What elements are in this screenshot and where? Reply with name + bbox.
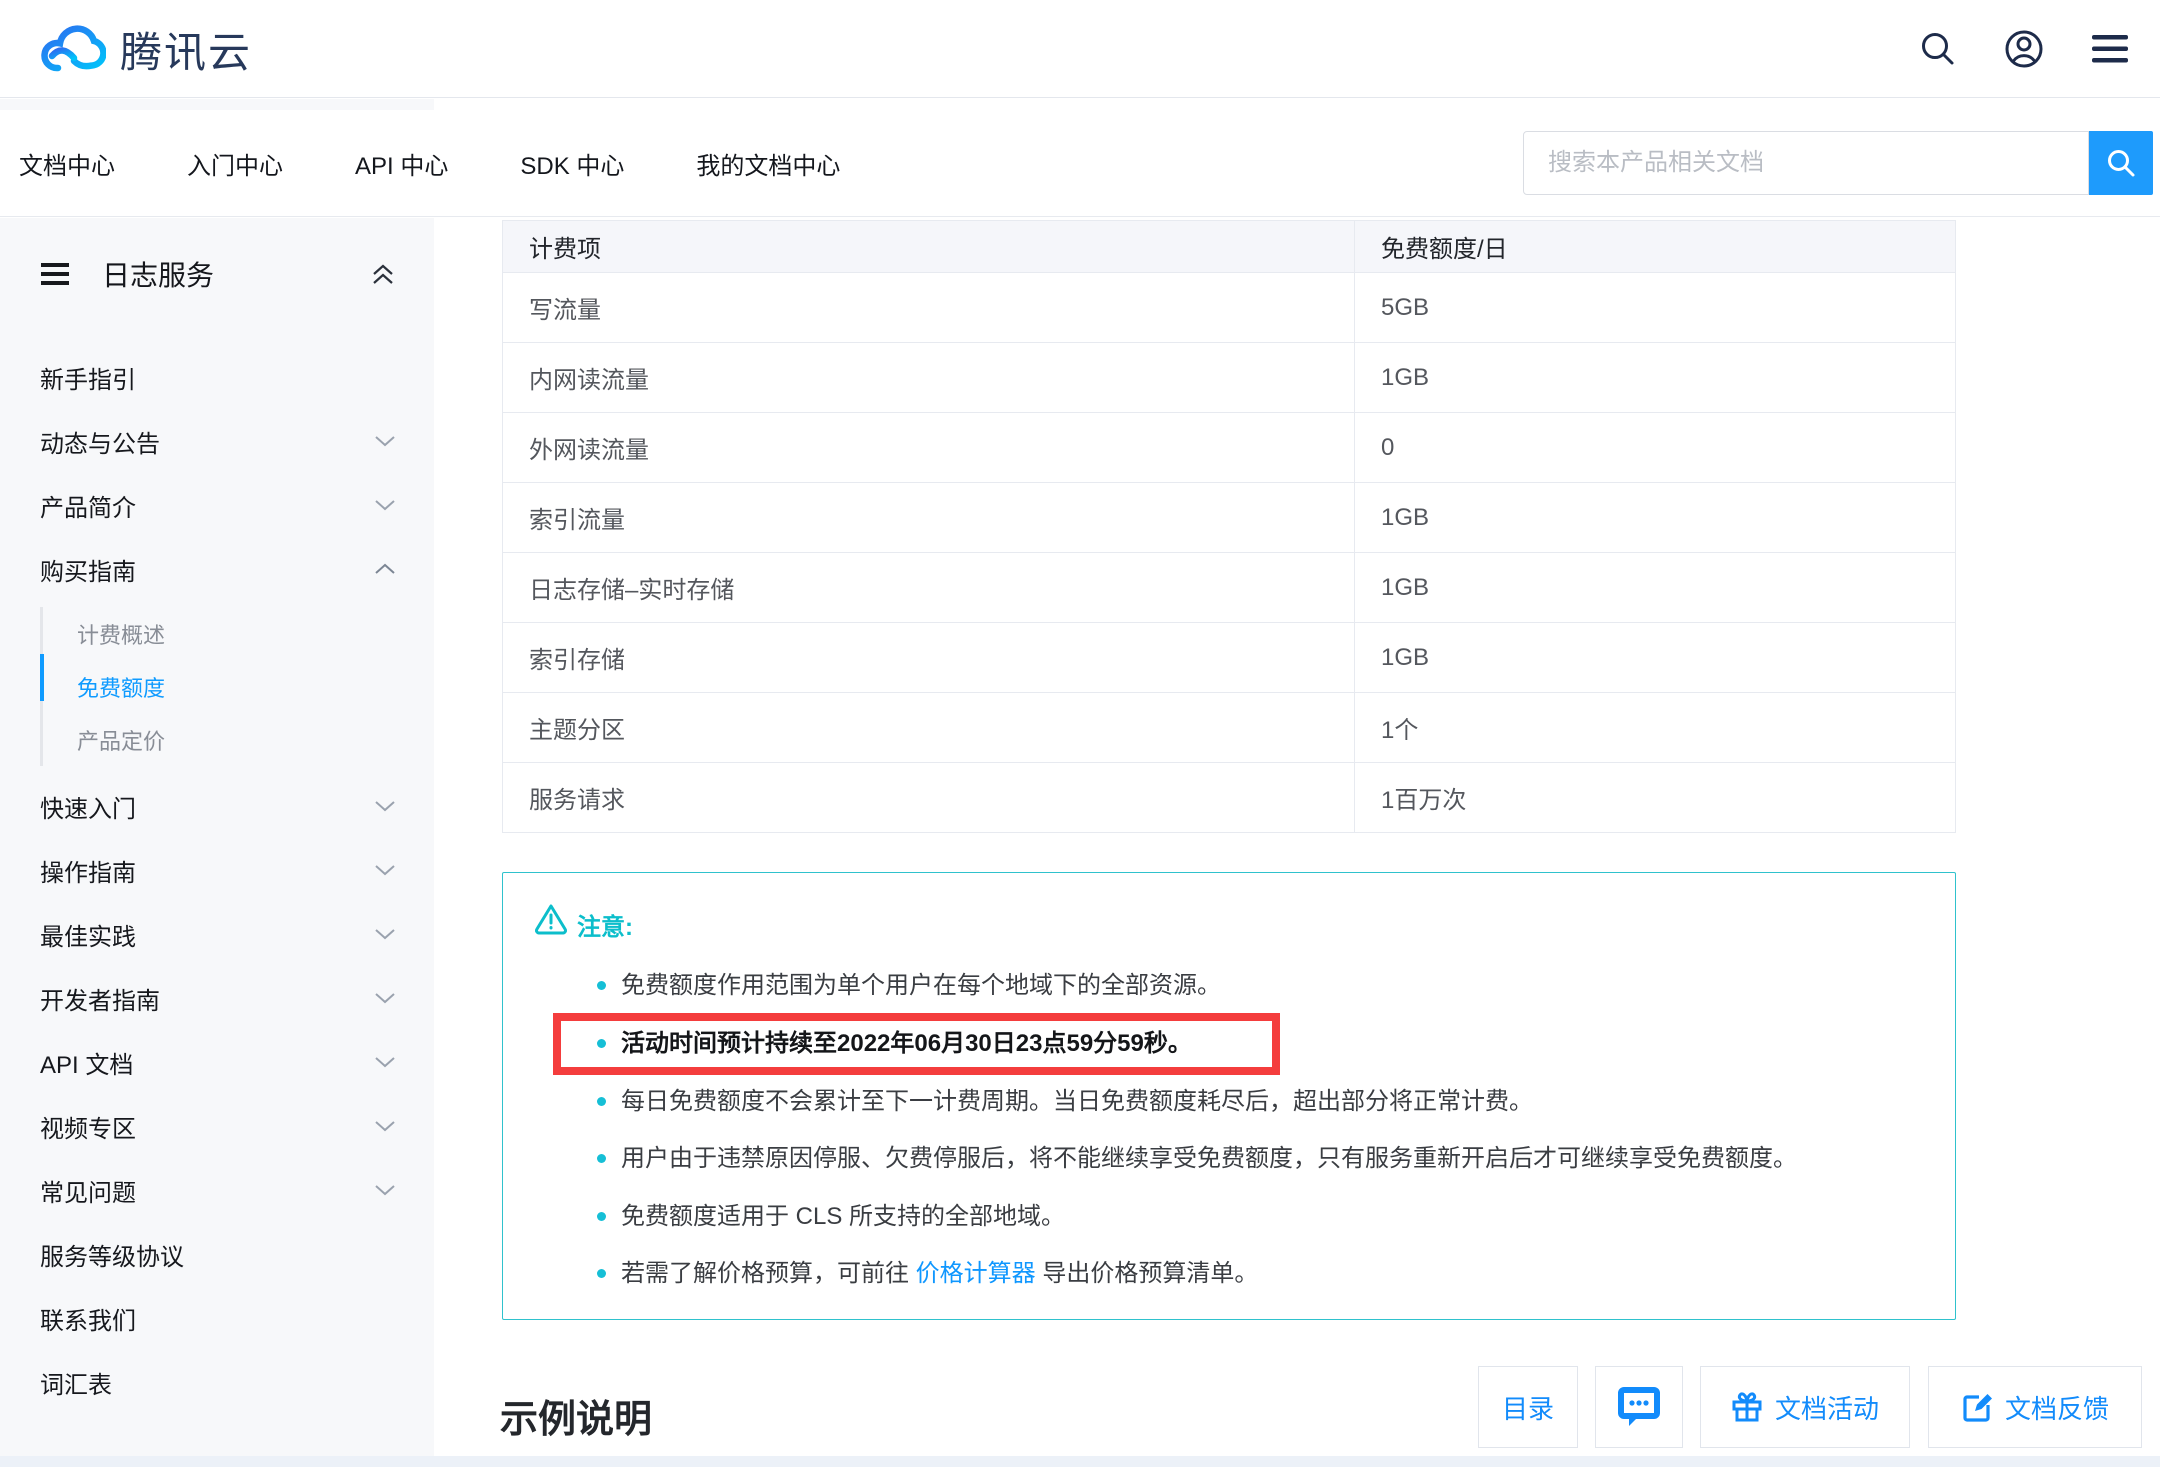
doc-search-button[interactable] <box>2089 131 2153 195</box>
doc-center-nav: 文档中心 入门中心 API 中心 SDK 中心 我的文档中心 <box>0 110 2160 217</box>
nav-sdk-center[interactable]: SDK 中心 <box>520 146 624 181</box>
nav-doc-center[interactable]: 文档中心 <box>19 146 115 181</box>
chevron-up-icon <box>374 563 396 575</box>
notice-bullet-2-highlighted: 活动时间预计持续至2022年06月30日23点59分59秒。 <box>621 1027 1192 1061</box>
sidebar-product-title: 日志服务 <box>102 254 370 294</box>
product-menu-icon[interactable] <box>40 262 70 286</box>
logo-text: 腾讯云 <box>120 19 252 80</box>
chevron-down-icon <box>374 435 396 447</box>
table-row: 服务请求1百万次 <box>503 763 1956 833</box>
chevron-down-icon <box>374 1056 396 1068</box>
purchase-guide-submenu: 计费概述 免费额度 产品定价 <box>0 601 434 774</box>
sidebar-item-best-practices[interactable]: 最佳实践 <box>0 902 434 966</box>
footer-strip <box>0 1456 2160 1467</box>
sidebar-item-purchase-guide[interactable]: 购买指南 <box>0 537 434 601</box>
sidebar-subitem-billing-overview[interactable]: 计费概述 <box>0 607 434 660</box>
edit-pen-icon <box>1961 1391 1993 1423</box>
sidebar-subitem-free-tier[interactable]: 免费额度 <box>0 660 434 713</box>
chevron-down-icon <box>374 800 396 812</box>
notice-box: 注意: 免费额度作用范围为单个用户在每个地域下的全部资源。 活动时间预计持续至2… <box>502 872 1956 1320</box>
table-row: 主题分区1个 <box>503 693 1956 763</box>
submenu-active-indicator <box>40 654 44 701</box>
tencent-cloud-logo[interactable]: 腾讯云 <box>34 0 252 98</box>
nav-my-doc-center[interactable]: 我的文档中心 <box>696 146 840 181</box>
sidebar-item-beginner-guide[interactable]: 新手指引 <box>0 345 434 409</box>
chevron-down-icon <box>374 1120 396 1132</box>
table-row: 写流量5GB <box>503 273 1956 343</box>
doc-feedback-button[interactable]: 文档反馈 <box>1928 1366 2142 1448</box>
chevron-down-icon <box>374 992 396 1004</box>
toc-button[interactable]: 目录 <box>1478 1366 1578 1448</box>
sidebar-item-product-intro[interactable]: 产品简介 <box>0 473 434 537</box>
table-header-billing-item: 计费项 <box>503 221 1355 273</box>
section-heading: 示例说明 <box>500 1388 652 1443</box>
doc-activity-button[interactable]: 文档活动 <box>1700 1366 1910 1448</box>
search-icon <box>2105 147 2137 179</box>
sidebar: 日志服务 新手指引 动态与公告 产品简介 购买指南 计费概述 免费额度 <box>0 218 434 1467</box>
user-account-icon[interactable] <box>2004 29 2044 69</box>
table-row: 索引存储1GB <box>503 623 1956 693</box>
notice-bullet-6: 若需了解价格预算，可前往 价格计算器 导出价格预算清单。 <box>621 1257 1258 1291</box>
free-tier-table: 计费项 免费额度/日 写流量5GB 内网读流量1GB 外网读流量0 索引流量1G… <box>502 220 1956 833</box>
sidebar-item-news[interactable]: 动态与公告 <box>0 409 434 473</box>
nav-getting-started-center[interactable]: 入门中心 <box>187 146 283 181</box>
collapse-all-icon[interactable] <box>370 262 396 286</box>
warning-triangle-icon <box>534 903 568 940</box>
notice-bullet-4: 用户由于违禁原因停服、欠费停服后，将不能继续享受免费额度，只有服务重新开启后才可… <box>621 1142 1797 1176</box>
sidebar-subitem-product-pricing[interactable]: 产品定价 <box>0 713 434 766</box>
top-header: 腾讯云 <box>0 0 2160 98</box>
sidebar-item-faq[interactable]: 常见问题 <box>0 1158 434 1222</box>
feedback-chat-button[interactable] <box>1595 1366 1683 1448</box>
table-row: 内网读流量1GB <box>503 343 1956 413</box>
sidebar-item-contact-us[interactable]: 联系我们 <box>0 1286 434 1350</box>
notice-bullet-1: 免费额度作用范围为单个用户在每个地域下的全部资源。 <box>621 969 1221 1003</box>
doc-search-box <box>1523 131 2153 195</box>
sidebar-item-developer-guide[interactable]: 开发者指南 <box>0 966 434 1030</box>
doc-search-input[interactable] <box>1523 131 2089 195</box>
sidebar-top-sliver <box>0 99 434 110</box>
sidebar-item-video-zone[interactable]: 视频专区 <box>0 1094 434 1158</box>
chevron-down-icon <box>374 499 396 511</box>
sidebar-item-operation-guide[interactable]: 操作指南 <box>0 838 434 902</box>
notice-bullet-5: 免费额度适用于 CLS 所支持的全部地域。 <box>621 1200 1065 1234</box>
price-calculator-link[interactable]: 价格计算器 <box>916 1260 1036 1287</box>
chat-bubble-icon <box>1617 1386 1661 1428</box>
notice-bullet-3: 每日免费额度不会累计至下一计费周期。当日免费额度耗尽后，超出部分将正常计费。 <box>621 1085 1533 1119</box>
sidebar-item-api-docs[interactable]: API 文档 <box>0 1030 434 1094</box>
chevron-down-icon <box>374 1184 396 1196</box>
hamburger-menu-icon[interactable] <box>2090 29 2130 69</box>
sidebar-item-quick-start[interactable]: 快速入门 <box>0 774 434 838</box>
search-icon[interactable] <box>1918 29 1958 69</box>
sidebar-header: 日志服务 <box>0 246 434 302</box>
chevron-down-icon <box>374 864 396 876</box>
sidebar-item-sla[interactable]: 服务等级协议 <box>0 1222 434 1286</box>
chevron-down-icon <box>374 928 396 940</box>
notice-title: 注意: <box>577 907 633 942</box>
sidebar-menu: 新手指引 动态与公告 产品简介 购买指南 计费概述 免费额度 产品定价 快速入门… <box>0 345 434 1414</box>
gift-icon <box>1731 1391 1763 1423</box>
header-icons <box>1918 0 2130 98</box>
table-row: 索引流量1GB <box>503 483 1956 553</box>
sidebar-item-glossary[interactable]: 词汇表 <box>0 1350 434 1414</box>
cloud-logo-icon <box>34 22 106 76</box>
nav-api-center[interactable]: API 中心 <box>355 146 448 181</box>
table-row: 外网读流量0 <box>503 413 1956 483</box>
table-header-row: 计费项 免费额度/日 <box>503 221 1956 273</box>
table-row: 日志存储–实时存储1GB <box>503 553 1956 623</box>
table-header-free-quota: 免费额度/日 <box>1355 221 1956 273</box>
